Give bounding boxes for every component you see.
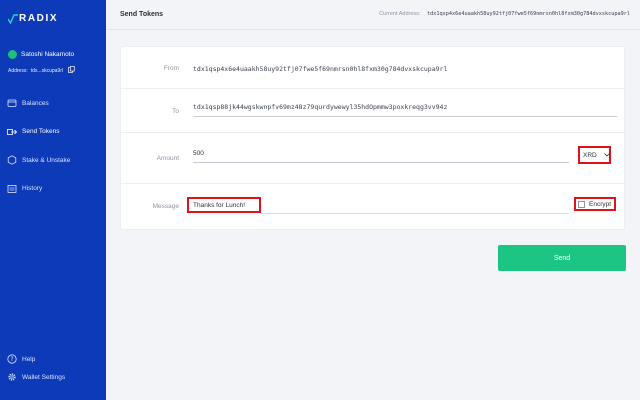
send-form: From tdx1qsp4x6e4uaakh58uy92tfj07fwe5f69… [120, 46, 626, 230]
from-label: From [163, 65, 179, 72]
address-label: Address: [8, 67, 28, 74]
sidebar-item-stake-unstake[interactable]: Stake & Unstake [7, 153, 103, 167]
from-value: tdx1qsp4x6e4uaakh58uy92tfj07fwe5f69nmrsn… [193, 65, 448, 73]
radix-logo-icon [8, 13, 18, 24]
to-underline [193, 116, 617, 117]
encrypt-checkbox[interactable]: Encrypt [574, 197, 616, 211]
balances-icon [7, 98, 17, 108]
checkbox-box[interactable] [578, 200, 585, 208]
to-field[interactable]: tdx1qsp88jk44wgskwnpfv69mz48z79qurdywewy… [193, 103, 447, 111]
history-icon [7, 184, 17, 194]
profile: Satoshi Nakamoto Address: tdx...skcupa9r… [8, 50, 100, 75]
header: Send Tokens Current Address: tdx1qsp4x6e… [106, 0, 640, 30]
message-underline [261, 213, 569, 214]
encrypt-label: Encrypt [589, 200, 612, 208]
message-input[interactable]: Thanks for Lunch! [187, 197, 261, 213]
page-title: Send Tokens [120, 11, 164, 18]
current-address-value: tdx1qsp4x6e4uaakh58uy92tfj07fwe5f69nmrsn… [426, 11, 630, 17]
sidebar-item-label: Stake & Unstake [22, 156, 71, 164]
sidebar-item-label: Balances [22, 99, 49, 107]
sidebar-item-history[interactable]: History [7, 182, 103, 196]
sidebar-item-label: History [22, 185, 43, 192]
stake-icon [7, 155, 17, 165]
copy-icon[interactable] [68, 66, 75, 75]
sidebar-item-balances[interactable]: Balances [7, 96, 103, 110]
gear-icon [7, 372, 17, 382]
send-button[interactable]: Send [498, 245, 626, 271]
chevron-down-icon [603, 152, 610, 159]
svg-text:?: ? [10, 356, 13, 363]
sidebar-bottom-nav: ? Help Wallet Settings [7, 352, 103, 388]
current-address: Current Address: tdx1qsp4x6e4uaakh58uy92… [379, 11, 630, 17]
avatar [8, 50, 17, 59]
logo-text: RADIX [19, 13, 59, 24]
to-label: To [172, 108, 179, 115]
to-row: To tdx1qsp88jk44wgskwnpfv69mz48z79qurdyw… [121, 89, 626, 133]
sidebar-item-label: Help [22, 355, 36, 363]
address-short: tdx...skcupa9rl [30, 67, 63, 74]
sidebar-nav: Balances Send Tokens Stake & Unstake His… [7, 96, 103, 210]
token-select[interactable]: XRD [578, 146, 611, 164]
token-select-value: XRD [583, 151, 597, 159]
help-icon: ? [7, 354, 17, 364]
sidebar-item-send-tokens[interactable]: Send Tokens [7, 125, 103, 139]
radix-logo[interactable]: RADIX [8, 13, 58, 24]
sidebar-item-help[interactable]: ? Help [7, 352, 103, 366]
sidebar-item-label: Wallet Settings [22, 373, 66, 381]
current-address-label: Current Address: [379, 11, 421, 17]
from-row: From tdx1qsp4x6e4uaakh58uy92tfj07fwe5f69… [121, 47, 626, 89]
sidebar-item-wallet-settings[interactable]: Wallet Settings [7, 370, 103, 384]
amount-underline [193, 162, 569, 163]
sidebar: RADIX Satoshi Nakamoto Address: tdx...sk… [0, 0, 106, 400]
send-tokens-icon [7, 127, 17, 137]
amount-label: Amount [156, 155, 179, 162]
sidebar-item-label: Send Tokens [22, 128, 60, 135]
amount-input[interactable]: 500 [193, 150, 569, 157]
message-label: Message [152, 203, 179, 210]
profile-name: Satoshi Nakamoto [21, 51, 75, 58]
amount-row: Amount 500 [121, 133, 626, 184]
